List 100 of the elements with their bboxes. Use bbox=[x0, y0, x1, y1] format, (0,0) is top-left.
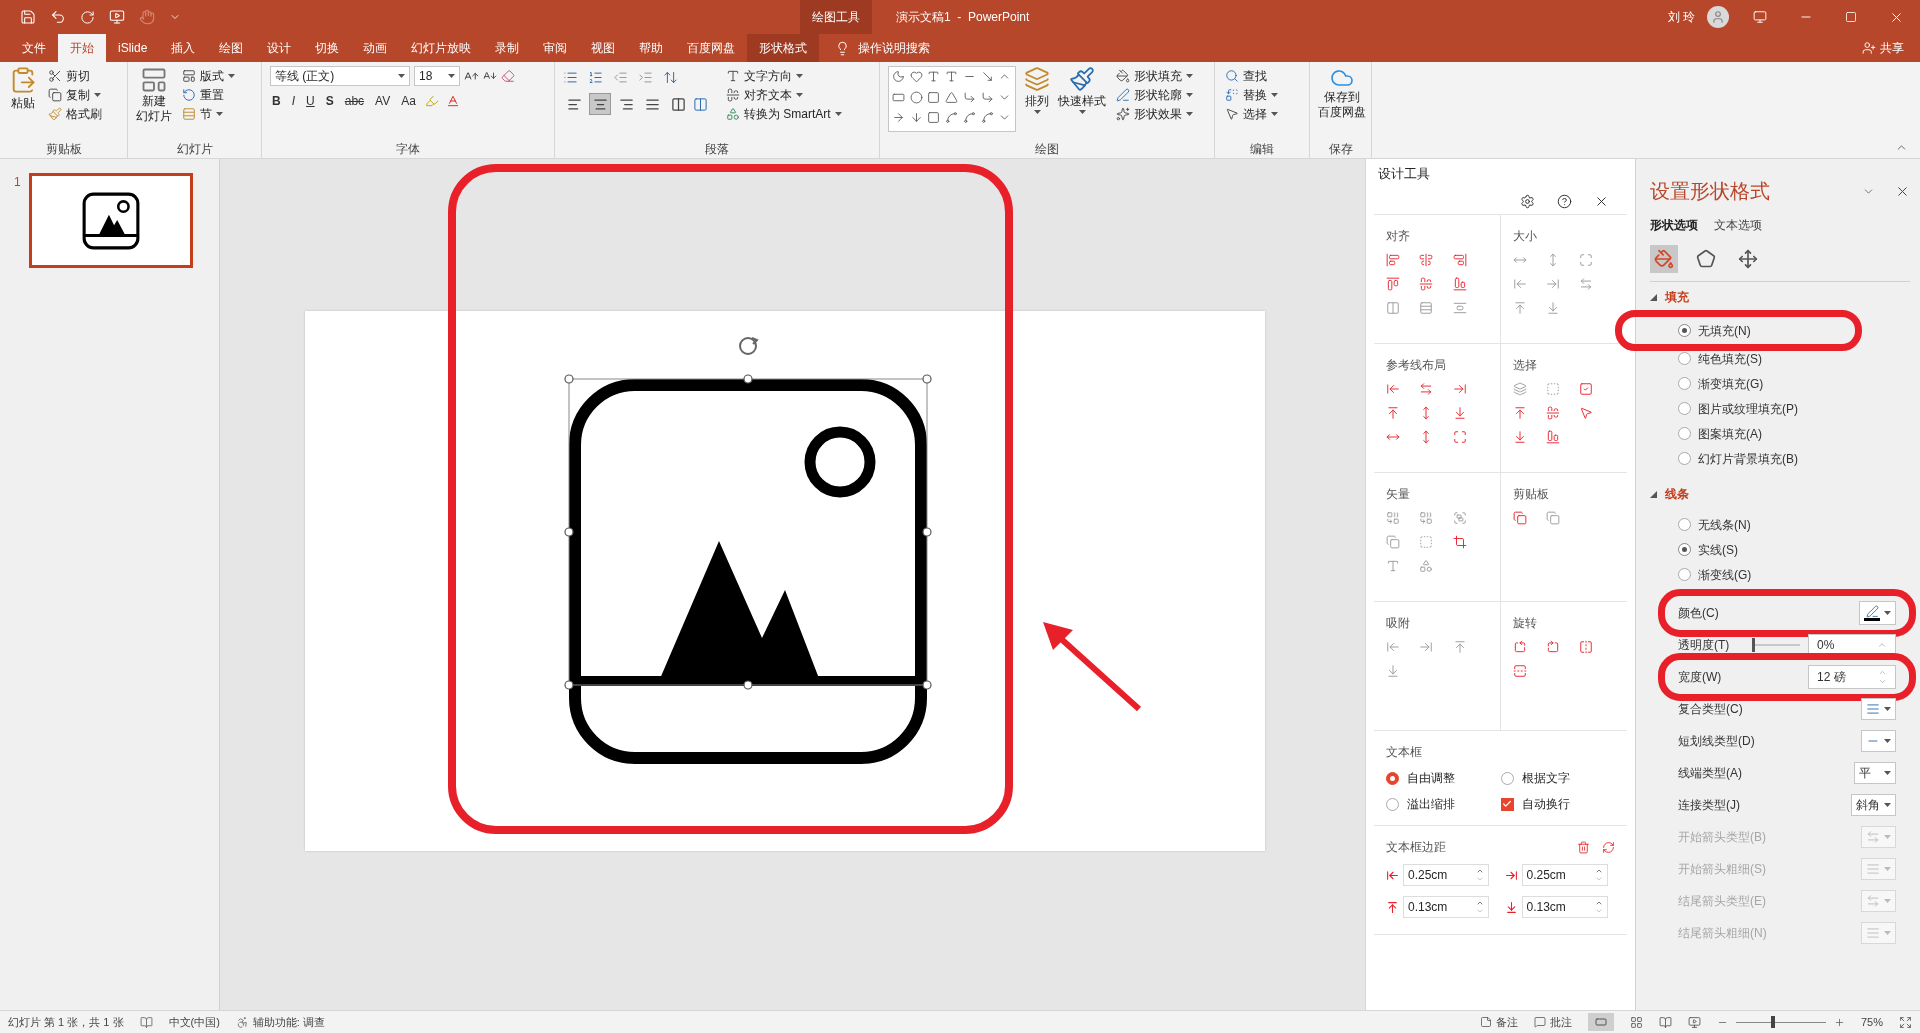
option-label: 自由调整 bbox=[1407, 770, 1455, 787]
align-text-button[interactable]: 对齐文本 bbox=[724, 85, 844, 104]
find-button[interactable]: 查找 bbox=[1223, 66, 1280, 85]
ribbon-tab[interactable]: 文件 bbox=[10, 34, 58, 62]
property-label: 开始箭头粗细(S) bbox=[1678, 861, 1766, 878]
section-button[interactable]: 节 bbox=[180, 104, 237, 123]
reset-button[interactable]: 重置 bbox=[180, 85, 237, 104]
smartart-button[interactable]: 转换为 SmartArt bbox=[724, 104, 844, 123]
ribbon-tab[interactable]: 形状格式 bbox=[747, 34, 820, 62]
group-label: 字体 bbox=[396, 141, 420, 158]
section-title: 参考线布局 bbox=[1386, 358, 1446, 372]
margin-field[interactable]: 0.25cm bbox=[1403, 864, 1489, 886]
pane-title: 设计工具 bbox=[1378, 165, 1430, 184]
group-label: 保存 bbox=[1328, 141, 1353, 158]
ribbon-tab[interactable]: iSlide bbox=[106, 34, 160, 62]
pane-tab[interactable]: 文本选项 bbox=[1714, 216, 1762, 234]
font-size-field[interactable]: 18 bbox=[414, 66, 460, 86]
section-title: 吸附 bbox=[1386, 616, 1410, 630]
ribbon-tab[interactable]: 视图 bbox=[579, 34, 628, 62]
dropdown[interactable]: 斜角 bbox=[1851, 794, 1896, 816]
zoom-level[interactable]: 75% bbox=[1860, 1013, 1883, 1031]
slide-info: 幻灯片 第 1 张，共 1 张 bbox=[8, 1014, 124, 1030]
select-button[interactable]: 选择 bbox=[1223, 104, 1280, 123]
section-header: 填充 bbox=[1665, 289, 1689, 306]
option-label: 渐变线(G) bbox=[1698, 566, 1752, 584]
format-button[interactable]: I bbox=[289, 92, 297, 110]
property-label: 宽度(W) bbox=[1678, 669, 1722, 686]
shape-outline-button[interactable]: 形状轮廓 bbox=[1114, 85, 1195, 104]
ribbon-tab[interactable]: 录制 bbox=[483, 34, 532, 62]
ribbon-tab[interactable]: 帮助 bbox=[627, 34, 676, 62]
comments-button[interactable]: 批注 bbox=[1533, 1013, 1572, 1031]
property-label: 颜色(C) bbox=[1678, 605, 1719, 622]
ribbon-tab[interactable]: 设计 bbox=[255, 34, 304, 62]
context-label: 绘图工具 bbox=[800, 0, 872, 34]
property-label: 连接类型(J) bbox=[1678, 797, 1740, 814]
width-field[interactable]: 12 磅 bbox=[1808, 665, 1896, 689]
format-button[interactable]: AV bbox=[373, 92, 393, 110]
option-label: 自动换行 bbox=[1521, 796, 1570, 813]
tell-me-search[interactable]: 操作说明搜索 bbox=[858, 39, 931, 57]
margin-field[interactable]: 0.13cm bbox=[1403, 896, 1489, 918]
cut-button[interactable]: 剪切 bbox=[46, 66, 104, 85]
shape-fill-button[interactable]: 形状填充 bbox=[1114, 66, 1195, 85]
property-label: 开始箭头类型(B) bbox=[1678, 829, 1766, 846]
format-button[interactable]: B bbox=[270, 92, 283, 110]
section-title: 文本框 bbox=[1386, 745, 1422, 759]
ribbon-tab[interactable]: 审阅 bbox=[531, 34, 580, 62]
ribbon-tab[interactable]: 开始 bbox=[58, 34, 106, 62]
arrange-button[interactable]: 排列 bbox=[1024, 66, 1050, 140]
format-painter-button[interactable]: 格式刷 bbox=[46, 104, 104, 123]
format-button[interactable]: S bbox=[323, 92, 336, 110]
section-header: 线条 bbox=[1665, 486, 1689, 503]
option-label: 纯色填充(S) bbox=[1698, 350, 1762, 368]
option-label: 根据文字 bbox=[1521, 770, 1570, 787]
section-title: 文本框边距 bbox=[1386, 839, 1446, 856]
text-direction-button[interactable]: 文字方向 bbox=[724, 66, 844, 85]
margin-field[interactable]: 0.25cm bbox=[1521, 864, 1608, 886]
notes-button[interactable]: 备注 bbox=[1479, 1013, 1518, 1031]
ribbon-tab[interactable]: 动画 bbox=[351, 34, 400, 62]
section-title: 对齐 bbox=[1386, 229, 1410, 243]
option-label: 图片或纹理填充(P) bbox=[1698, 400, 1798, 418]
option-label: 图案填充(A) bbox=[1698, 425, 1762, 443]
save-to-cloud-button[interactable]: 保存到 百度网盘 bbox=[1318, 66, 1366, 140]
quick-styles-button[interactable]: 快速样式 bbox=[1058, 66, 1106, 140]
pane-tab[interactable]: 形状选项 bbox=[1650, 216, 1698, 234]
window-title: 演示文稿1 - PowerPoint bbox=[896, 9, 1030, 26]
format-button[interactable]: Aa bbox=[399, 92, 418, 110]
group-label: 编辑 bbox=[1250, 141, 1274, 158]
property-label: 短划线类型(D) bbox=[1678, 733, 1755, 750]
margin-field[interactable]: 0.13cm bbox=[1521, 896, 1608, 918]
format-button[interactable]: U bbox=[304, 92, 317, 110]
dropdown[interactable]: 平 bbox=[1854, 762, 1896, 784]
shape-effects-button[interactable]: 形状效果 bbox=[1114, 104, 1195, 123]
ribbon-tab[interactable]: 插入 bbox=[159, 34, 208, 62]
new-slide-button[interactable]: 新建 幻灯片 bbox=[136, 66, 172, 140]
ribbon-tab[interactable]: 切换 bbox=[303, 34, 352, 62]
property-label: 结尾箭头类型(E) bbox=[1678, 893, 1766, 910]
format-button[interactable]: abc bbox=[342, 92, 367, 110]
language: 中文(中国) bbox=[168, 1014, 220, 1030]
copy-button[interactable]: 复制 bbox=[46, 85, 104, 104]
section-title: 大小 bbox=[1512, 229, 1537, 243]
option-label: 渐变填充(G) bbox=[1698, 375, 1764, 393]
group-label: 剪贴板 bbox=[45, 141, 82, 158]
option-label: 无填充(N) bbox=[1698, 322, 1751, 340]
paste-button[interactable]: 粘贴 bbox=[8, 66, 38, 140]
accessibility-status[interactable]: 辅助功能: 调查 bbox=[252, 1013, 325, 1031]
ribbon-tab[interactable]: 绘图 bbox=[207, 34, 256, 62]
section-title: 旋转 bbox=[1512, 616, 1537, 630]
option-label: 溢出缩排 bbox=[1407, 796, 1455, 813]
layout-button[interactable]: 版式 bbox=[180, 66, 237, 85]
option-label: 幻灯片背景填充(B) bbox=[1698, 450, 1798, 468]
transparency-field[interactable]: 0% bbox=[1808, 634, 1896, 656]
section-title: 剪贴板 bbox=[1512, 487, 1549, 501]
ribbon-tab[interactable]: 百度网盘 bbox=[675, 34, 748, 62]
share-button[interactable]: 共享 bbox=[1862, 34, 1920, 62]
replace-button[interactable]: 替换 bbox=[1223, 85, 1280, 104]
user-name: 刘 玲 bbox=[1667, 9, 1695, 26]
pane-title: 设置形状格式 bbox=[1650, 179, 1771, 204]
ribbon-tab[interactable]: 幻灯片放映 bbox=[399, 34, 484, 62]
font-name-field[interactable]: 等线 (正文) bbox=[270, 66, 410, 86]
option-label: 实线(S) bbox=[1698, 541, 1738, 559]
